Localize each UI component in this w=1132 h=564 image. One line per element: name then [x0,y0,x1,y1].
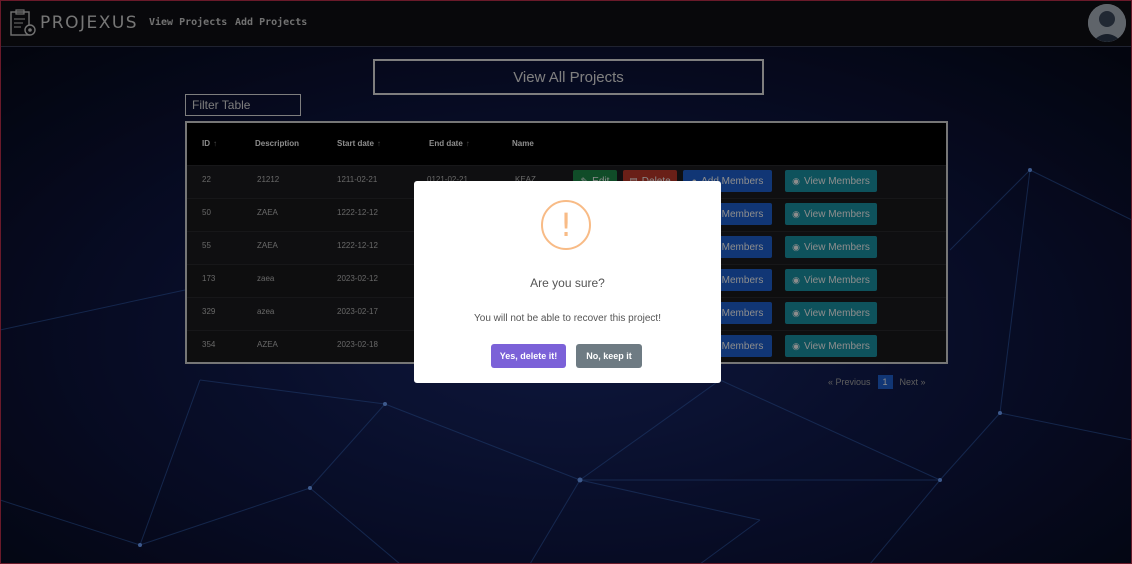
confirm-delete-dialog: ! Are you sure? You will not be able to … [414,181,721,383]
dialog-title: Are you sure? [530,276,605,290]
warning-icon: ! [541,200,591,250]
cancel-delete-button[interactable]: No, keep it [576,344,642,368]
confirm-delete-button[interactable]: Yes, delete it! [491,344,566,368]
dialog-message: You will not be able to recover this pro… [474,313,661,324]
